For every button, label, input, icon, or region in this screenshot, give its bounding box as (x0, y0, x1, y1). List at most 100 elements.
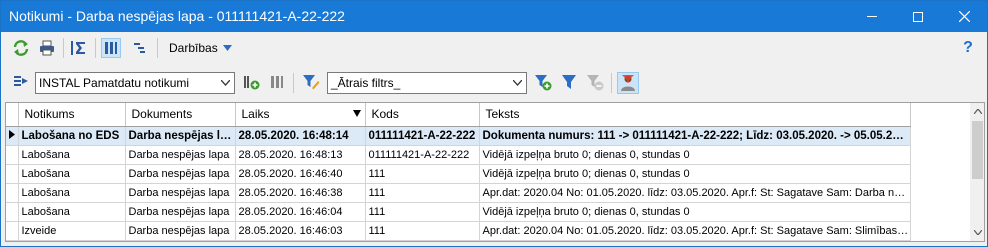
filter-remove-button[interactable] (585, 72, 605, 92)
cell-teksts[interactable]: Vidējā izpeļņa bruto 0; dienas 0, stunda… (479, 164, 911, 184)
user-filter-toggle[interactable] (617, 72, 639, 94)
toolbar-separator (293, 73, 294, 93)
tree-view-button[interactable] (129, 38, 149, 58)
table-row[interactable]: Labošana Darba nespējas lapa 28.05.2020.… (6, 164, 911, 184)
cell-teksts[interactable]: Apr.dat: 2020.04 No: 01.05.2020. līdz: 0… (479, 183, 911, 203)
cell-teksts[interactable]: Vidējā izpeļņa bruto 0; dienas 0, stunda… (479, 145, 911, 165)
toolbar-separator (157, 38, 158, 58)
column-header-dokuments[interactable]: Dokuments (125, 103, 236, 127)
quick-filter-value: _Ātrais filtrs_ (331, 76, 401, 90)
actions-menu[interactable]: Darbības (169, 41, 232, 55)
table-row[interactable]: Labošana Darba nespējas lapa 28.05.2020.… (6, 145, 911, 165)
help-button[interactable]: ? (958, 38, 978, 58)
cell-notikums[interactable]: Labošana (18, 164, 126, 184)
cell-laiks[interactable]: 28.05.2020. 16:46:04 (235, 202, 366, 222)
maximize-icon (913, 11, 923, 22)
scroll-up-button[interactable] (970, 103, 984, 120)
app-window: Notikumi - Darba nespējas lapa - 0111114… (0, 0, 988, 247)
group-columns-button[interactable] (267, 72, 287, 92)
add-filter-button[interactable] (533, 72, 553, 92)
cell-dokuments[interactable]: Darba nespējas lapa (125, 164, 236, 184)
cell-teksts[interactable]: Apr.dat: 2020.04 No: 01.05.2020. līdz: 0… (479, 221, 911, 241)
close-icon (958, 11, 970, 22)
cell-dokuments[interactable]: Darba nespējas lapa (125, 202, 236, 222)
row-indicator-header (6, 103, 19, 127)
sum-icon (71, 41, 85, 55)
column-header-teksts[interactable]: Teksts (479, 103, 911, 127)
maximize-button[interactable] (895, 1, 941, 32)
table-row[interactable]: Izveide Darba nespējas lapa 28.05.2020. … (6, 221, 911, 241)
refresh-button[interactable] (11, 38, 31, 58)
row-indicator (6, 183, 19, 203)
filter-pencil-icon (303, 75, 320, 90)
columns-icon (271, 76, 283, 88)
cell-laiks[interactable]: 28.05.2020. 16:48:13 (235, 145, 366, 165)
table-row[interactable]: Labošana Darba nespējas lapa 28.05.2020.… (6, 202, 911, 222)
current-row-icon (8, 129, 15, 139)
tree-icon (134, 43, 145, 53)
row-indicator (6, 145, 19, 165)
filter-edit-button[interactable] (301, 72, 321, 92)
cell-kods[interactable]: 111 (365, 202, 480, 222)
cell-teksts[interactable]: Vidējā izpeļņa bruto 0; dienas 0, stunda… (479, 202, 911, 222)
cell-notikums[interactable]: Labošana (18, 145, 126, 165)
cell-laiks[interactable]: 28.05.2020. 16:46:38 (235, 183, 366, 203)
column-header-laiks[interactable]: Laiks (235, 103, 366, 127)
row-indicator (6, 221, 19, 241)
toolbar-separator (611, 73, 612, 93)
cell-notikums[interactable]: Labošana (18, 183, 126, 203)
cell-laiks[interactable]: 28.05.2020. 16:46:40 (235, 164, 366, 184)
cell-notikums[interactable]: Izveide (18, 221, 126, 241)
cell-notikums[interactable]: Labošana (18, 202, 126, 222)
events-grid[interactable]: Notikums Dokuments Laiks Kods Teksts Lab… (5, 102, 985, 242)
cell-kods[interactable]: 011111421-A-22-222 (365, 145, 480, 165)
table-header-row: Notikums Dokuments Laiks Kods Teksts (6, 103, 911, 127)
cell-laiks[interactable]: 28.05.2020. 16:46:03 (235, 221, 366, 241)
row-indicator (6, 202, 19, 222)
quick-filter-select[interactable]: _Ātrais filtrs_ (327, 72, 527, 94)
column-header-laiks-label: Laiks (241, 107, 270, 122)
window-title: Notikumi - Darba nespējas lapa - 0111114… (9, 8, 345, 24)
event-group-select[interactable]: INSTAL Pamatdatu notikumi (35, 72, 235, 94)
sum-button[interactable] (69, 38, 89, 58)
chevron-up-icon (973, 109, 982, 114)
scroll-down-button[interactable] (970, 224, 984, 241)
print-button[interactable] (37, 38, 57, 58)
cell-kods[interactable]: 111 (365, 183, 480, 203)
title-bar: Notikumi - Darba nespējas lapa - 0111114… (1, 1, 987, 32)
table-row[interactable]: Labošana Darba nespējas lapa 28.05.2020.… (6, 183, 911, 203)
cell-kods[interactable]: 011111421-A-22-222 (365, 126, 480, 146)
add-list-icon (244, 76, 260, 90)
minimize-button[interactable] (849, 1, 895, 32)
cell-kods[interactable]: 111 (365, 164, 480, 184)
close-button[interactable] (941, 1, 987, 32)
column-header-notikums[interactable]: Notikums (18, 103, 126, 127)
filter-button[interactable] (559, 72, 579, 92)
cell-dokuments[interactable]: Darba nespējas lapa (125, 183, 236, 203)
list-arrow-icon (14, 76, 28, 86)
row-indicator (6, 164, 19, 184)
cell-dokuments[interactable]: Darba nespējas lapa (125, 145, 236, 165)
column-header-kods[interactable]: Kods (365, 103, 480, 127)
columns-icon (105, 42, 117, 54)
cell-notikums[interactable]: Labošana no EDS (18, 126, 126, 146)
cell-dokuments[interactable]: Darba nespējas lapa (125, 221, 236, 241)
main-toolbar: Darbības ? (1, 32, 987, 64)
cell-laiks[interactable]: 28.05.2020. 16:48:14 (235, 126, 366, 146)
add-group-button[interactable] (241, 72, 261, 92)
scroll-thumb[interactable] (972, 121, 983, 179)
cell-kods[interactable]: 111 (365, 221, 480, 241)
vertical-scrollbar[interactable] (970, 103, 984, 241)
chevron-down-icon[interactable] (217, 73, 234, 93)
event-group-button[interactable] (11, 72, 31, 92)
table-row[interactable]: Labošana no EDS Darba nespējas lapa 28.0… (6, 126, 911, 146)
filter-toolbar: INSTAL Pamatdatu notikumi _Ātrais filtrs… (1, 64, 987, 102)
print-icon (40, 40, 54, 56)
filter-add-icon (535, 75, 552, 91)
actions-menu-label: Darbības (169, 41, 218, 55)
cell-teksts[interactable]: Dokumenta numurs: 111 -> 011111421-A-22-… (479, 126, 911, 146)
cell-dokuments[interactable]: Darba nespējas lapa (125, 126, 236, 146)
columns-toggle-button[interactable] (101, 38, 121, 58)
chevron-down-icon[interactable] (509, 73, 526, 93)
user-filter-icon (621, 75, 635, 91)
